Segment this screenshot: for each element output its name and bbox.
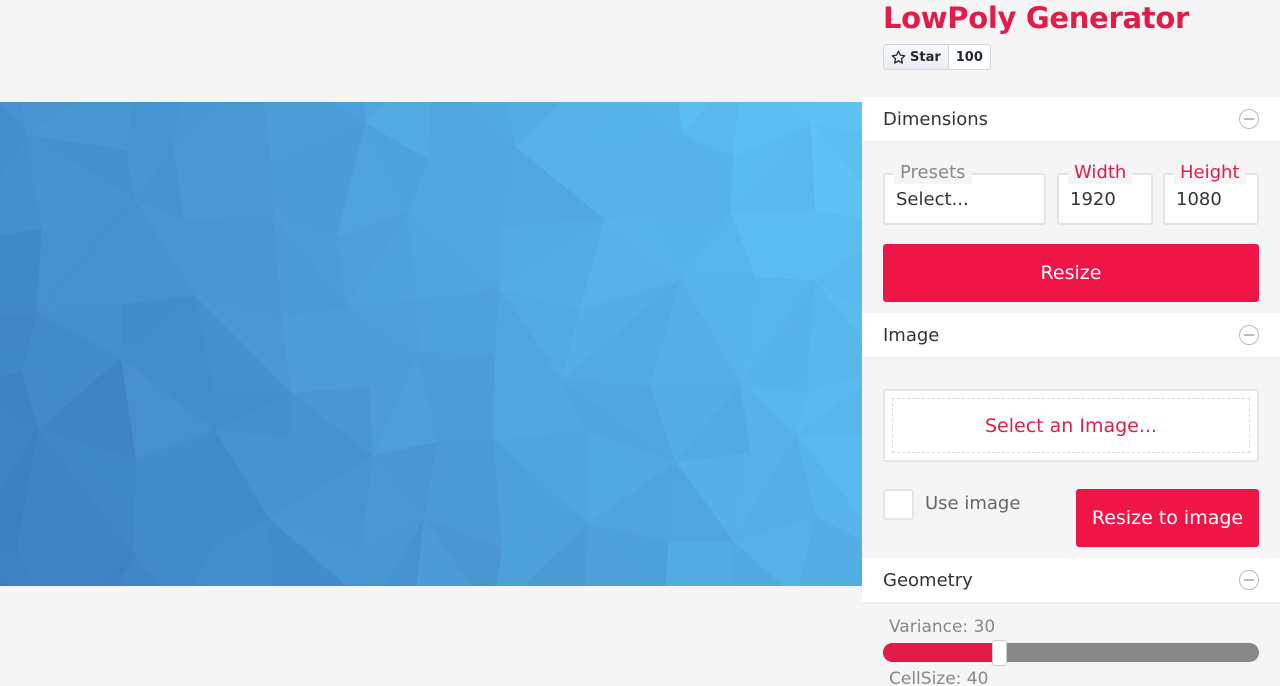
variance-slider[interactable] [883, 643, 1259, 662]
height-label: Height [1174, 162, 1246, 184]
presets-value: Select... [896, 189, 969, 210]
use-image-label: Use image [925, 493, 1021, 514]
use-image-checkbox[interactable] [883, 489, 914, 520]
star-icon [891, 49, 906, 64]
lowpoly-canvas [0, 102, 862, 586]
image-dropzone[interactable]: Select an Image... [883, 389, 1259, 462]
select-image-button[interactable]: Select an Image... [892, 398, 1250, 453]
variance-label: Variance: 30 [883, 617, 1002, 637]
presets-select[interactable]: Presets Select... [883, 162, 1046, 225]
height-value: 1080 [1176, 189, 1222, 210]
github-star-widget[interactable]: Star 100 [883, 44, 991, 70]
control-panel: LowPoly Generator Star 100 Dimensions Pr… [862, 0, 1280, 686]
lowpoly-image [0, 102, 862, 586]
star-label: Star [910, 49, 941, 65]
section-dimensions-title: Dimensions [883, 108, 989, 130]
collapse-icon[interactable] [1239, 109, 1259, 129]
preview-area [0, 0, 862, 686]
resize-to-image-button[interactable]: Resize to image [1076, 489, 1259, 547]
collapse-icon[interactable] [1239, 325, 1259, 345]
height-field[interactable]: Height 1080 [1163, 162, 1259, 225]
section-image-header[interactable]: Image [862, 313, 1280, 357]
section-image-title: Image [883, 324, 940, 346]
collapse-icon[interactable] [1239, 570, 1259, 590]
presets-label: Presets [894, 162, 972, 184]
star-button[interactable]: Star [884, 45, 949, 69]
width-value: 1920 [1070, 189, 1116, 210]
variance-slider-fill [883, 643, 996, 662]
app-title: LowPoly Generator [883, 1, 1189, 35]
section-geometry-header[interactable]: Geometry [862, 558, 1280, 602]
cellsize-label: CellSize: 40 [883, 669, 995, 686]
star-count[interactable]: 100 [949, 45, 990, 69]
variance-slider-handle[interactable] [992, 640, 1007, 666]
width-field[interactable]: Width 1920 [1057, 162, 1153, 225]
width-label: Width [1068, 162, 1133, 184]
resize-button[interactable]: Resize [883, 244, 1259, 302]
section-dimensions-header[interactable]: Dimensions [862, 97, 1280, 141]
section-geometry-title: Geometry [883, 569, 973, 591]
